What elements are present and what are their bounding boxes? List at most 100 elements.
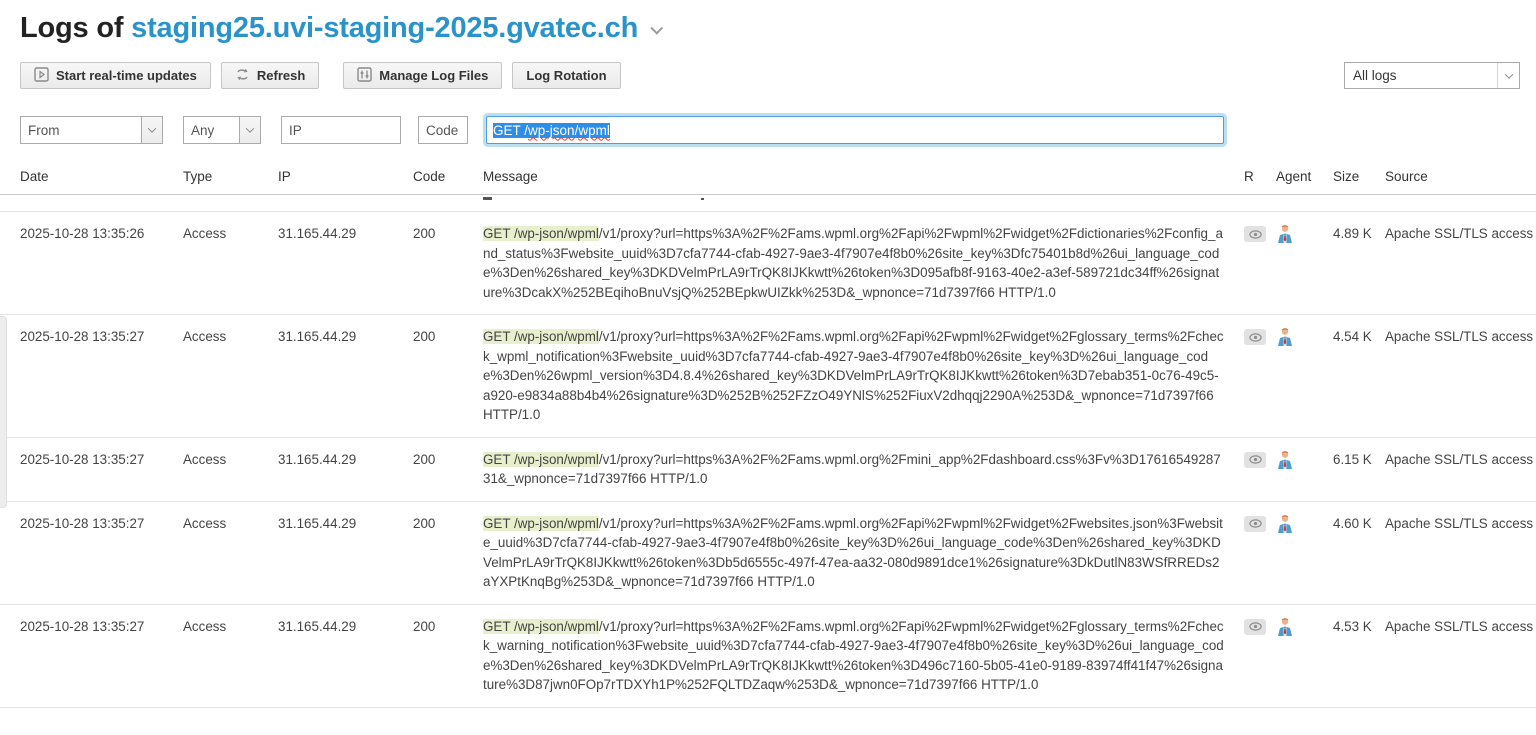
table-row: 2025-10-28 13:35:27 Access 31.165.44.29 … xyxy=(0,502,1536,605)
log-rotation-button[interactable]: Log Rotation xyxy=(512,62,621,89)
type-cell: Access xyxy=(183,515,227,531)
manage-log-files-label: Manage Log Files xyxy=(379,68,489,83)
type-filter-toggle[interactable] xyxy=(239,116,261,144)
source-cell: Apache SSL/TLS access xyxy=(1385,329,1534,344)
refresh-label: Refresh xyxy=(256,68,306,83)
message-cell: GET /wp-json/wpml/v1/proxy?url=https%3A%… xyxy=(483,438,1236,501)
ip-cell: 31.165.44.29 xyxy=(278,618,357,634)
search-input[interactable]: GET / wp-json / wpml xyxy=(486,116,1224,144)
column-header-code: Code xyxy=(413,169,446,184)
type-filter-input[interactable] xyxy=(183,116,239,144)
size-cell: 4.53 K xyxy=(1333,618,1372,634)
play-icon xyxy=(34,66,49,85)
message-highlight: GET /wp-json/wpml xyxy=(483,618,599,634)
agent-cell xyxy=(1268,315,1325,365)
sliders-icon xyxy=(357,66,372,85)
search-input-text: wp-json xyxy=(528,122,575,138)
eye-icon xyxy=(1248,332,1262,342)
log-file-select-value: All logs xyxy=(1353,68,1397,83)
user-agent-icon[interactable] xyxy=(1276,327,1294,347)
date-from-input[interactable] xyxy=(20,116,141,144)
user-agent-icon[interactable] xyxy=(1276,450,1294,470)
message-highlight: GET /wp-json/wpml xyxy=(483,451,599,467)
source-cell: Apache SSL/TLS access xyxy=(1385,515,1534,531)
scrollbar-thumb[interactable] xyxy=(0,316,7,508)
view-details-button[interactable] xyxy=(1244,618,1266,635)
start-realtime-updates-label: Start real-time updates xyxy=(56,68,197,83)
r-cell xyxy=(1236,212,1268,256)
view-details-button[interactable] xyxy=(1244,451,1266,468)
refresh-button[interactable]: Refresh xyxy=(220,62,320,89)
domain-link[interactable]: staging25.uvi-staging-2025.gvatec.ch xyxy=(131,12,638,44)
size-cell: 4.60 K xyxy=(1333,515,1372,531)
type-cell: Access xyxy=(183,226,227,241)
toolbar: Start real-time updates Refresh Manage L… xyxy=(0,45,1536,89)
partial-clipped-row xyxy=(0,195,1536,212)
page-title: Logs of staging25.uvi-staging-2025.gvate… xyxy=(0,0,1536,45)
domain-chevron-down-icon[interactable] xyxy=(650,21,664,35)
agent-cell xyxy=(1268,438,1325,488)
user-agent-icon[interactable] xyxy=(1276,514,1294,534)
page-title-prefix: Logs of xyxy=(20,12,132,44)
ip-filter-input[interactable] xyxy=(281,116,401,144)
column-header-date: Date xyxy=(20,169,49,184)
message-cell: GET /wp-json/wpml/v1/proxy?url=https%3A%… xyxy=(483,212,1236,314)
view-details-button[interactable] xyxy=(1244,329,1266,345)
manage-log-files-button[interactable]: Manage Log Files xyxy=(343,62,503,89)
source-cell: Apache SSL/TLS access xyxy=(1385,618,1534,634)
type-cell: Access xyxy=(183,451,227,467)
table-header: Date Type IP Code Message R Agent Size S… xyxy=(0,160,1536,195)
eye-icon xyxy=(1248,622,1262,631)
message-cell: GET /wp-json/wpml/v1/proxy?url=https%3A%… xyxy=(483,605,1236,707)
r-cell xyxy=(1236,315,1268,359)
message-highlight: GET /wp-json/wpml xyxy=(483,329,599,344)
type-cell: Access xyxy=(183,618,227,634)
log-file-select-toggle[interactable] xyxy=(1497,63,1519,88)
search-input-text: GET xyxy=(493,122,525,138)
column-header-type: Type xyxy=(183,169,213,184)
table-row: 2025-10-28 13:35:26 Access 31.165.44.29 … xyxy=(0,212,1536,315)
agent-cell xyxy=(1268,502,1325,552)
log-rotation-label: Log Rotation xyxy=(526,68,607,83)
r-cell xyxy=(1236,502,1268,546)
code-cell: 200 xyxy=(413,618,436,634)
size-cell: 4.89 K xyxy=(1333,226,1372,241)
size-cell: 4.54 K xyxy=(1333,329,1372,344)
source-cell: Apache SSL/TLS access xyxy=(1385,226,1534,241)
date-cell: 2025-10-28 13:35:26 xyxy=(20,226,145,241)
code-cell: 200 xyxy=(413,329,436,344)
log-table-body: 2025-10-28 13:35:26 Access 31.165.44.29 … xyxy=(0,212,1536,708)
filter-row: GET /wp-json/wpml xyxy=(0,89,1536,144)
agent-cell xyxy=(1268,212,1325,262)
table-row: 2025-10-28 13:35:27 Access 31.165.44.29 … xyxy=(0,438,1536,502)
column-header-r: R xyxy=(1244,169,1254,184)
size-cell: 6.15 K xyxy=(1333,451,1372,467)
user-agent-icon[interactable] xyxy=(1276,224,1294,244)
view-details-button[interactable] xyxy=(1244,515,1266,532)
ip-cell: 31.165.44.29 xyxy=(278,451,357,467)
chevron-down-icon xyxy=(147,124,157,133)
clipped-text-fragment xyxy=(701,198,704,200)
eye-icon xyxy=(1248,455,1262,464)
user-agent-icon[interactable] xyxy=(1276,617,1294,637)
date-cell: 2025-10-28 13:35:27 xyxy=(20,618,145,634)
chevron-down-icon xyxy=(245,124,255,133)
chevron-down-icon xyxy=(1504,69,1513,79)
table-row: 2025-10-28 13:35:27 Access 31.165.44.29 … xyxy=(0,605,1536,708)
date-from-toggle[interactable] xyxy=(141,116,163,144)
column-header-agent: Agent xyxy=(1276,169,1312,184)
r-cell xyxy=(1236,438,1268,482)
column-header-message: Message xyxy=(483,169,538,184)
column-header-source: Source xyxy=(1385,169,1428,184)
ip-cell: 31.165.44.29 xyxy=(278,329,357,344)
type-cell: Access xyxy=(183,329,227,344)
message-highlight: GET /wp-json/wpml xyxy=(483,226,599,241)
code-filter-input[interactable] xyxy=(418,116,468,144)
table-row: 2025-10-28 13:35:27 Access 31.165.44.29 … xyxy=(0,315,1536,438)
view-details-button[interactable] xyxy=(1244,226,1266,242)
message-cell: GET /wp-json/wpml/v1/proxy?url=https%3A%… xyxy=(483,502,1236,604)
start-realtime-updates-button[interactable]: Start real-time updates xyxy=(20,62,211,89)
clipped-text-fragment xyxy=(483,197,492,200)
log-file-select[interactable]: All logs xyxy=(1344,62,1520,89)
code-cell: 200 xyxy=(413,226,436,241)
